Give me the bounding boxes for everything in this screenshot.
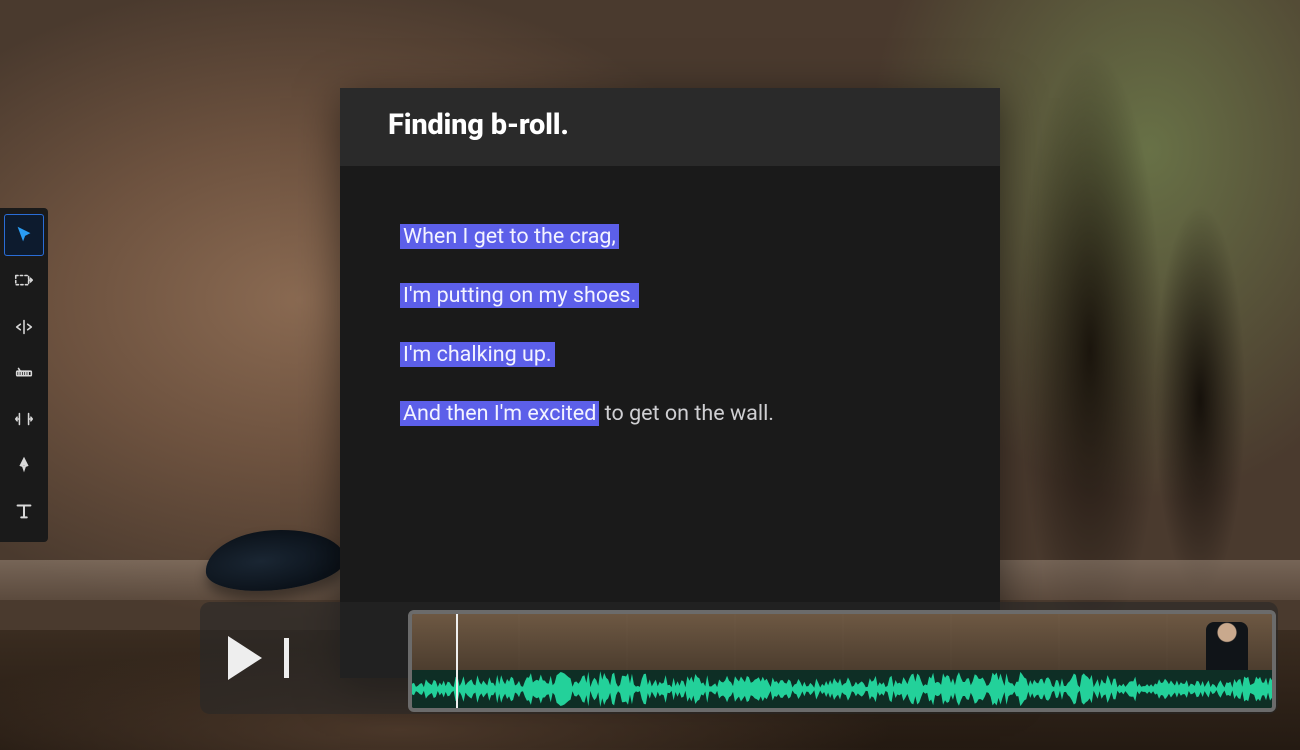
track-select-tool[interactable] [4,260,44,302]
highlighted-text[interactable]: I'm chalking up. [400,342,555,367]
scrollbar-thumb[interactable] [412,708,446,712]
ripple-edit-icon [13,316,35,338]
slip-icon [13,408,35,430]
playhead[interactable] [456,610,458,712]
type-icon [13,500,35,522]
waveform-icon [412,670,1272,708]
step-icon [284,638,289,678]
transcript-panel: Finding b-roll. When I get to the crag, … [340,88,1000,678]
pen-icon [13,454,35,476]
audio-waveform [412,670,1272,708]
tool-palette [0,208,48,542]
cursor-icon [13,224,35,246]
transcript-line[interactable]: When I get to the crag, [400,222,940,251]
razor-icon [13,362,35,384]
highlighted-text[interactable]: And then I'm excited [400,401,599,426]
panel-title: Finding b-roll. [388,108,952,142]
type-tool[interactable] [4,490,44,532]
transcript-line[interactable]: I'm putting on my shoes. [400,281,940,310]
transcript-line[interactable]: And then I'm excited to get on the wall. [400,399,940,428]
pen-tool[interactable] [4,444,44,486]
panel-header: Finding b-roll. [340,88,1000,166]
transcript-body[interactable]: When I get to the crag, I'm putting on m… [340,166,1000,448]
slip-tool[interactable] [4,398,44,440]
track-select-icon [13,270,35,292]
video-preview-background: Finding b-roll. When I get to the crag, … [0,0,1300,750]
highlighted-text[interactable]: When I get to the crag, [400,224,619,249]
ripple-edit-tool[interactable] [4,306,44,348]
play-button[interactable] [228,636,262,680]
selection-tool[interactable] [4,214,44,256]
transcript-line[interactable]: I'm chalking up. [400,340,940,369]
step-forward-button[interactable] [284,638,289,678]
razor-tool[interactable] [4,352,44,394]
timeline[interactable] [408,610,1276,712]
highlighted-text[interactable]: I'm putting on my shoes. [400,283,639,308]
timeline-scrollbar[interactable] [412,708,1272,712]
